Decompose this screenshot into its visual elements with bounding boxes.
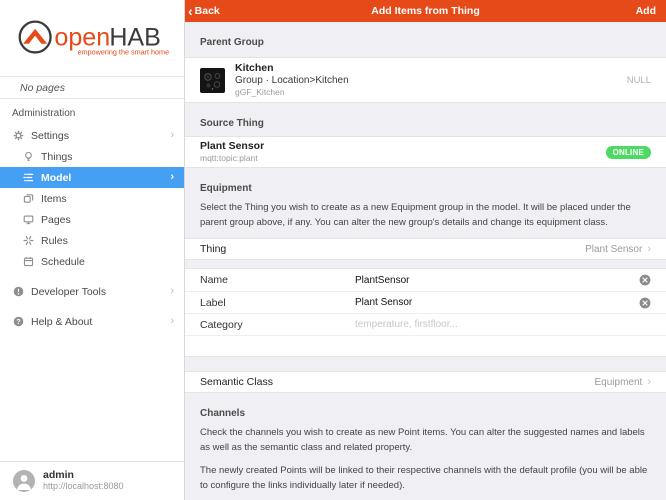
rules-sparkle-icon [23, 235, 34, 246]
chevron-left-icon: ‹ [188, 5, 193, 18]
gear-icon [13, 130, 24, 141]
category-field-label: Category [200, 319, 355, 331]
sidebar-gap [0, 272, 184, 281]
category-field-row: Category [185, 313, 666, 335]
administration-section-label: Administration [0, 99, 184, 125]
sidebar-item-pages[interactable]: Pages [0, 209, 184, 230]
label-field-label: Label [200, 297, 355, 309]
sidebar-item-label: Schedule [41, 256, 85, 268]
developer-tools-icon [13, 286, 24, 297]
back-label: Back [195, 5, 220, 17]
thing-selector-row[interactable]: Thing Plant Sensor › [185, 238, 666, 260]
category-input[interactable] [355, 319, 666, 330]
sidebar-gap [0, 302, 184, 311]
user-url: http://localhost:8080 [43, 481, 124, 492]
parent-group-text: Kitchen Group · Location>Kitchen gGF_Kit… [235, 62, 349, 98]
name-field-row: Name [185, 269, 666, 291]
clear-icon[interactable] [639, 274, 651, 286]
user-name: admin [43, 469, 124, 481]
semantic-class-label: Semantic Class [200, 376, 273, 388]
sidebar-item-label: Help & About [31, 316, 92, 328]
equipment-description: Select the Thing you wish to create as a… [200, 200, 651, 230]
openhab-logo-icon: open HAB empowering the smart home [12, 12, 172, 64]
items-copy-icon [23, 193, 34, 204]
semantic-class-row[interactable]: Semantic Class Equipment › [185, 371, 666, 393]
sidebar-item-things[interactable]: Things [0, 146, 184, 167]
parent-group-id: gGF_Kitchen [235, 87, 349, 98]
sidebar-item-label: Pages [41, 214, 71, 226]
channels-description-2: The newly created Points will be linked … [200, 463, 651, 493]
clear-icon[interactable] [639, 297, 651, 309]
name-field-label: Name [200, 274, 355, 286]
sidebar-item-developer-tools[interactable]: Developer Tools › [0, 281, 184, 302]
thing-row-value: Plant Sensor [585, 244, 642, 255]
user-account[interactable]: admin http://localhost:8080 [0, 461, 184, 500]
sidebar-item-label: Settings [31, 130, 69, 142]
parent-group-state: NULL [627, 75, 651, 86]
openhab-logo: open HAB empowering the smart home [0, 0, 184, 76]
main-panel: Add Items from Thing ‹ Back Add Parent G… [185, 0, 666, 500]
equipment-title: Equipment [200, 182, 651, 195]
status-badge: ONLINE [606, 146, 651, 159]
source-thing-name: Plant Sensor [200, 140, 264, 153]
kitchen-thumbnail [200, 68, 225, 93]
channels-title: Channels [200, 407, 651, 420]
chevron-right-icon: › [170, 286, 184, 297]
sidebar-item-model[interactable]: Model › [0, 167, 184, 188]
parent-group-name: Kitchen [235, 62, 349, 75]
avatar-icon [13, 470, 35, 492]
parent-group-item[interactable]: Kitchen Group · Location>Kitchen gGF_Kit… [185, 57, 666, 103]
navbar: Add Items from Thing ‹ Back Add [185, 0, 666, 22]
no-pages-label: No pages [0, 76, 184, 99]
sidebar-item-label: Things [41, 151, 73, 163]
pages-monitor-icon [23, 214, 34, 225]
logo-tagline: empowering the smart home [78, 47, 169, 56]
name-input[interactable] [355, 275, 631, 286]
back-button[interactable]: ‹ Back [188, 5, 220, 18]
sidebar-item-label: Items [41, 193, 67, 205]
sidebar-item-help-about[interactable]: ? Help & About › [0, 311, 184, 332]
svg-text:?: ? [16, 319, 20, 326]
model-tree-icon [23, 172, 34, 183]
thing-row-label: Thing [200, 243, 226, 255]
sidebar-item-schedule[interactable]: Schedule [0, 251, 184, 272]
form-spacer [185, 335, 666, 356]
sidebar-item-label: Developer Tools [31, 286, 106, 298]
channels-description-1: Check the channels you wish to create as… [200, 425, 651, 455]
sidebar-item-settings[interactable]: Settings › [0, 125, 184, 146]
chevron-right-icon: › [647, 376, 651, 388]
label-input[interactable] [355, 297, 631, 308]
label-field-row: Label [185, 291, 666, 313]
chevron-right-icon: › [647, 243, 651, 255]
chevron-right-icon: › [170, 172, 184, 183]
source-thing-uid: mqtt:topic:plant [200, 153, 264, 164]
sidebar-item-label: Rules [41, 235, 68, 247]
item-details-form: Name Label Category [185, 268, 666, 357]
chevron-right-icon: › [170, 130, 184, 141]
chevron-right-icon: › [170, 316, 184, 327]
sidebar-item-label: Model [41, 172, 71, 184]
semantic-class-value: Equipment [595, 377, 643, 388]
sidebar: open HAB empowering the smart home No pa… [0, 0, 185, 500]
parent-group-title: Parent Group [200, 36, 651, 49]
schedule-calendar-icon [23, 256, 34, 267]
source-thing-item[interactable]: Plant Sensor mqtt:topic:plant ONLINE [185, 136, 666, 168]
sidebar-item-items[interactable]: Items [0, 188, 184, 209]
page-title: Add Items from Thing [185, 5, 666, 17]
parent-group-subtitle: Group · Location>Kitchen [235, 75, 349, 87]
sidebar-item-rules[interactable]: Rules [0, 230, 184, 251]
add-button[interactable]: Add [636, 5, 656, 17]
lightbulb-icon [23, 151, 34, 162]
help-question-icon: ? [13, 316, 24, 327]
content: Parent Group Kitchen Group · Location>Ki… [185, 22, 666, 500]
source-thing-title: Source Thing [200, 117, 651, 130]
